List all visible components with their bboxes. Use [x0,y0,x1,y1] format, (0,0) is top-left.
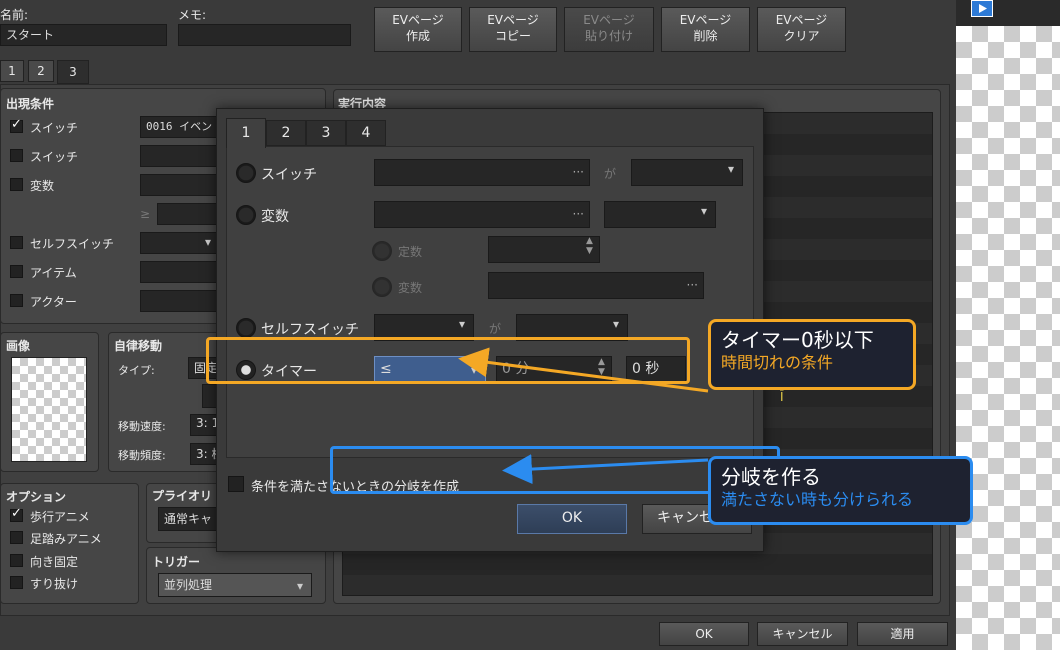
branch-callout: 分岐を作る 満たさない時も分けられる [708,456,973,525]
branch-callout-title: 分岐を作る [721,465,821,489]
timer-callout-sub: 時間切れの条件 [721,353,834,372]
timer-arrow [458,347,709,393]
timer-callout: タイマー0秒以下 時間切れの条件 [708,319,916,390]
timer-callout-title: タイマー0秒以下 [721,328,874,352]
branch-callout-sub: 満たさない時も分けられる [721,490,914,509]
branch-arrow [502,454,709,485]
